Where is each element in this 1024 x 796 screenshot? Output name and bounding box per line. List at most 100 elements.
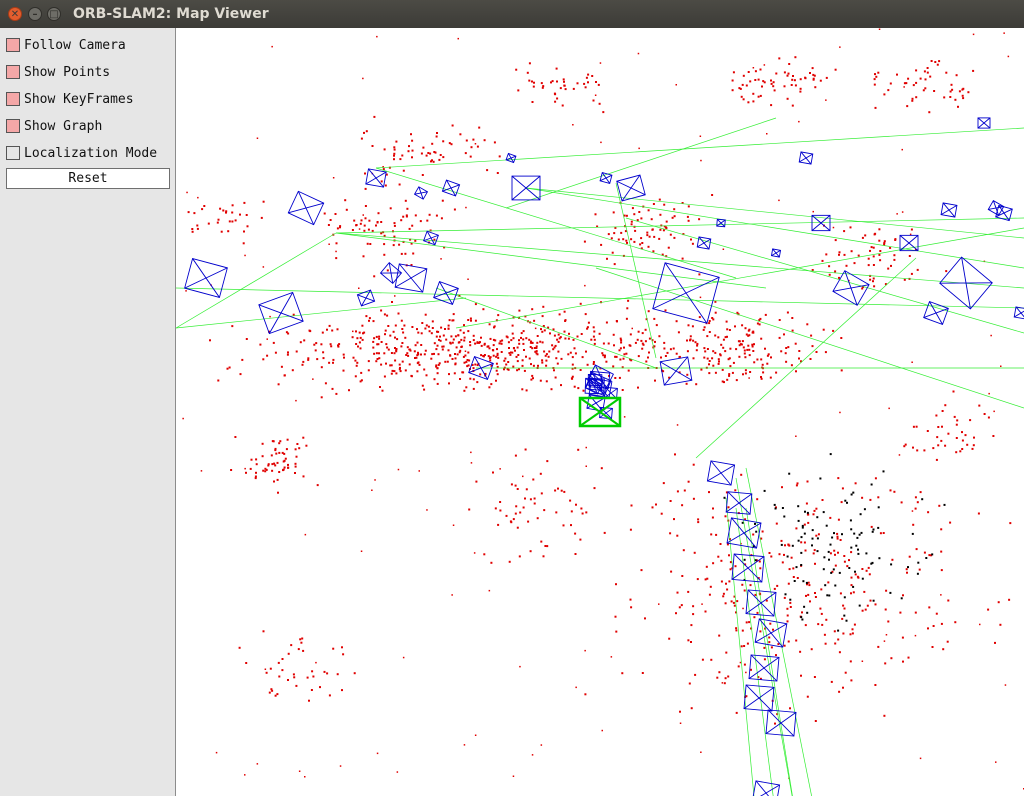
map-point <box>875 75 878 78</box>
map-point <box>651 228 654 231</box>
map-point <box>327 224 330 226</box>
map-point <box>285 448 288 451</box>
keyframe-frustum <box>413 186 429 200</box>
map-point <box>736 311 739 314</box>
maximize-icon[interactable]: □ <box>47 7 61 21</box>
map-point <box>775 654 777 657</box>
map-point <box>548 350 551 353</box>
map-point <box>401 154 404 157</box>
show-keyframes-toggle[interactable]: Show KeyFrames <box>6 90 171 110</box>
map-point <box>543 329 546 332</box>
localization-mode-checkbox[interactable] <box>6 146 20 160</box>
show-keyframes-checkbox[interactable] <box>6 92 20 106</box>
map-point <box>479 373 482 376</box>
map-point <box>659 213 662 216</box>
map-viewport[interactable] <box>176 28 1024 796</box>
map-point <box>508 352 511 355</box>
reference-point <box>786 555 789 558</box>
map-point <box>271 469 274 472</box>
map-point <box>918 568 921 571</box>
follow-camera-label: Follow Camera <box>24 38 126 53</box>
map-point <box>868 573 871 576</box>
map-point <box>772 81 775 84</box>
show-points-checkbox[interactable] <box>6 65 20 79</box>
reference-point <box>852 585 855 588</box>
map-point <box>476 145 479 148</box>
map-point <box>355 330 357 333</box>
close-icon[interactable]: ✕ <box>8 7 22 21</box>
map-point <box>874 106 877 109</box>
map-point <box>625 239 628 242</box>
map-point <box>676 591 679 594</box>
map-point <box>749 371 752 373</box>
map-point <box>534 327 537 330</box>
map-point <box>467 330 470 333</box>
map-point <box>420 353 422 356</box>
follow-camera-toggle[interactable]: Follow Camera <box>6 36 171 56</box>
map-point <box>480 344 483 347</box>
map-point <box>576 82 579 85</box>
map-point <box>873 233 876 236</box>
reference-point <box>783 515 786 518</box>
map-point <box>400 219 403 222</box>
map-point <box>694 341 697 344</box>
reference-point <box>852 491 855 494</box>
reference-point <box>800 551 803 554</box>
map-point <box>795 639 798 642</box>
map-point <box>728 329 731 331</box>
map-point <box>660 512 663 515</box>
show-points-toggle[interactable]: Show Points <box>6 63 171 83</box>
show-graph-checkbox[interactable] <box>6 119 20 133</box>
map-point <box>789 601 792 604</box>
map-point <box>376 752 379 755</box>
map-point <box>629 528 632 531</box>
show-graph-toggle[interactable]: Show Graph <box>6 117 171 137</box>
map-point <box>809 358 812 360</box>
map-canvas[interactable] <box>176 28 1024 796</box>
map-point <box>783 85 786 88</box>
reference-point <box>858 604 861 607</box>
map-point <box>621 672 624 675</box>
map-point <box>553 92 556 95</box>
follow-camera-checkbox[interactable] <box>6 38 20 52</box>
map-point <box>760 358 763 361</box>
map-point <box>411 156 413 159</box>
map-point <box>540 492 543 495</box>
map-point <box>752 533 755 536</box>
map-point <box>273 480 275 483</box>
reference-point <box>907 566 909 569</box>
map-point <box>495 362 498 365</box>
map-point <box>594 213 597 216</box>
map-point <box>735 629 738 632</box>
reset-button[interactable]: Reset <box>6 168 170 189</box>
map-point <box>669 532 672 535</box>
map-point <box>861 496 864 499</box>
map-point <box>239 373 242 376</box>
map-point <box>542 305 545 308</box>
map-point <box>724 677 727 680</box>
map-point <box>529 498 532 501</box>
map-point <box>908 555 911 558</box>
map-point <box>302 475 305 478</box>
map-point <box>743 352 746 355</box>
map-point <box>812 78 815 81</box>
map-point <box>526 71 529 74</box>
map-point <box>742 373 744 376</box>
map-point <box>523 349 525 351</box>
map-point <box>520 336 522 339</box>
reference-point <box>811 537 814 540</box>
map-point <box>906 105 909 108</box>
map-point <box>619 347 622 350</box>
map-point <box>689 339 691 342</box>
map-point <box>366 242 369 245</box>
localization-mode-toggle[interactable]: Localization Mode <box>6 144 171 164</box>
map-point <box>689 335 692 338</box>
reference-point <box>825 524 828 527</box>
map-point <box>686 350 689 353</box>
map-point <box>540 744 543 746</box>
map-point <box>675 84 677 86</box>
map-point <box>817 533 820 536</box>
minimize-icon[interactable]: – <box>28 7 42 21</box>
map-point <box>556 362 559 365</box>
map-point <box>501 339 504 342</box>
